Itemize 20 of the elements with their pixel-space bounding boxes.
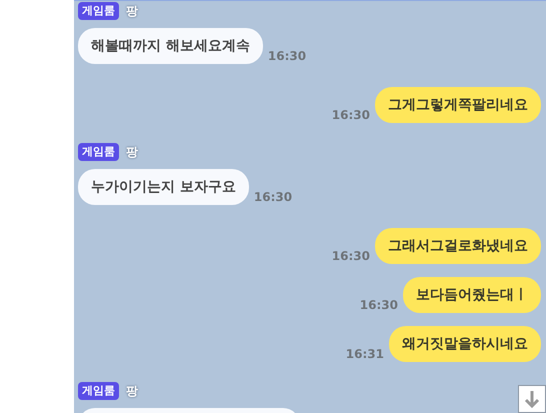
- message-bubble: 해볼때까지 해보세요계속: [78, 28, 263, 64]
- sender-name: 팡: [126, 2, 138, 20]
- message-bubble: 그게그렇게쪽팔리네요: [375, 87, 541, 123]
- room-badge: 게임룸: [78, 382, 119, 400]
- message-bubble: 보다듬어줬는대ㅣ: [403, 277, 541, 313]
- message-time: 16:30: [254, 190, 292, 204]
- sender-name: 팡: [126, 144, 138, 160]
- message-time: 16:30: [268, 49, 306, 63]
- message-time: 16:30: [332, 249, 370, 263]
- message-bubble: 왜거짓말을하시네요: [389, 326, 541, 362]
- message-time: 16:30: [360, 298, 398, 312]
- sender-name: 팡: [126, 382, 138, 400]
- message-time: 16:30: [332, 108, 370, 122]
- arrow-down-icon: [524, 390, 540, 408]
- room-badge: 게임룸: [78, 143, 119, 161]
- message-bubble: 그래서그걸로화냈네요: [375, 228, 541, 264]
- message-time: 16:31: [346, 347, 384, 361]
- message-bubble: 누가이기는지 보자구요: [78, 169, 249, 205]
- room-badge: 게임룸: [78, 2, 119, 20]
- scroll-down-button[interactable]: [518, 385, 546, 413]
